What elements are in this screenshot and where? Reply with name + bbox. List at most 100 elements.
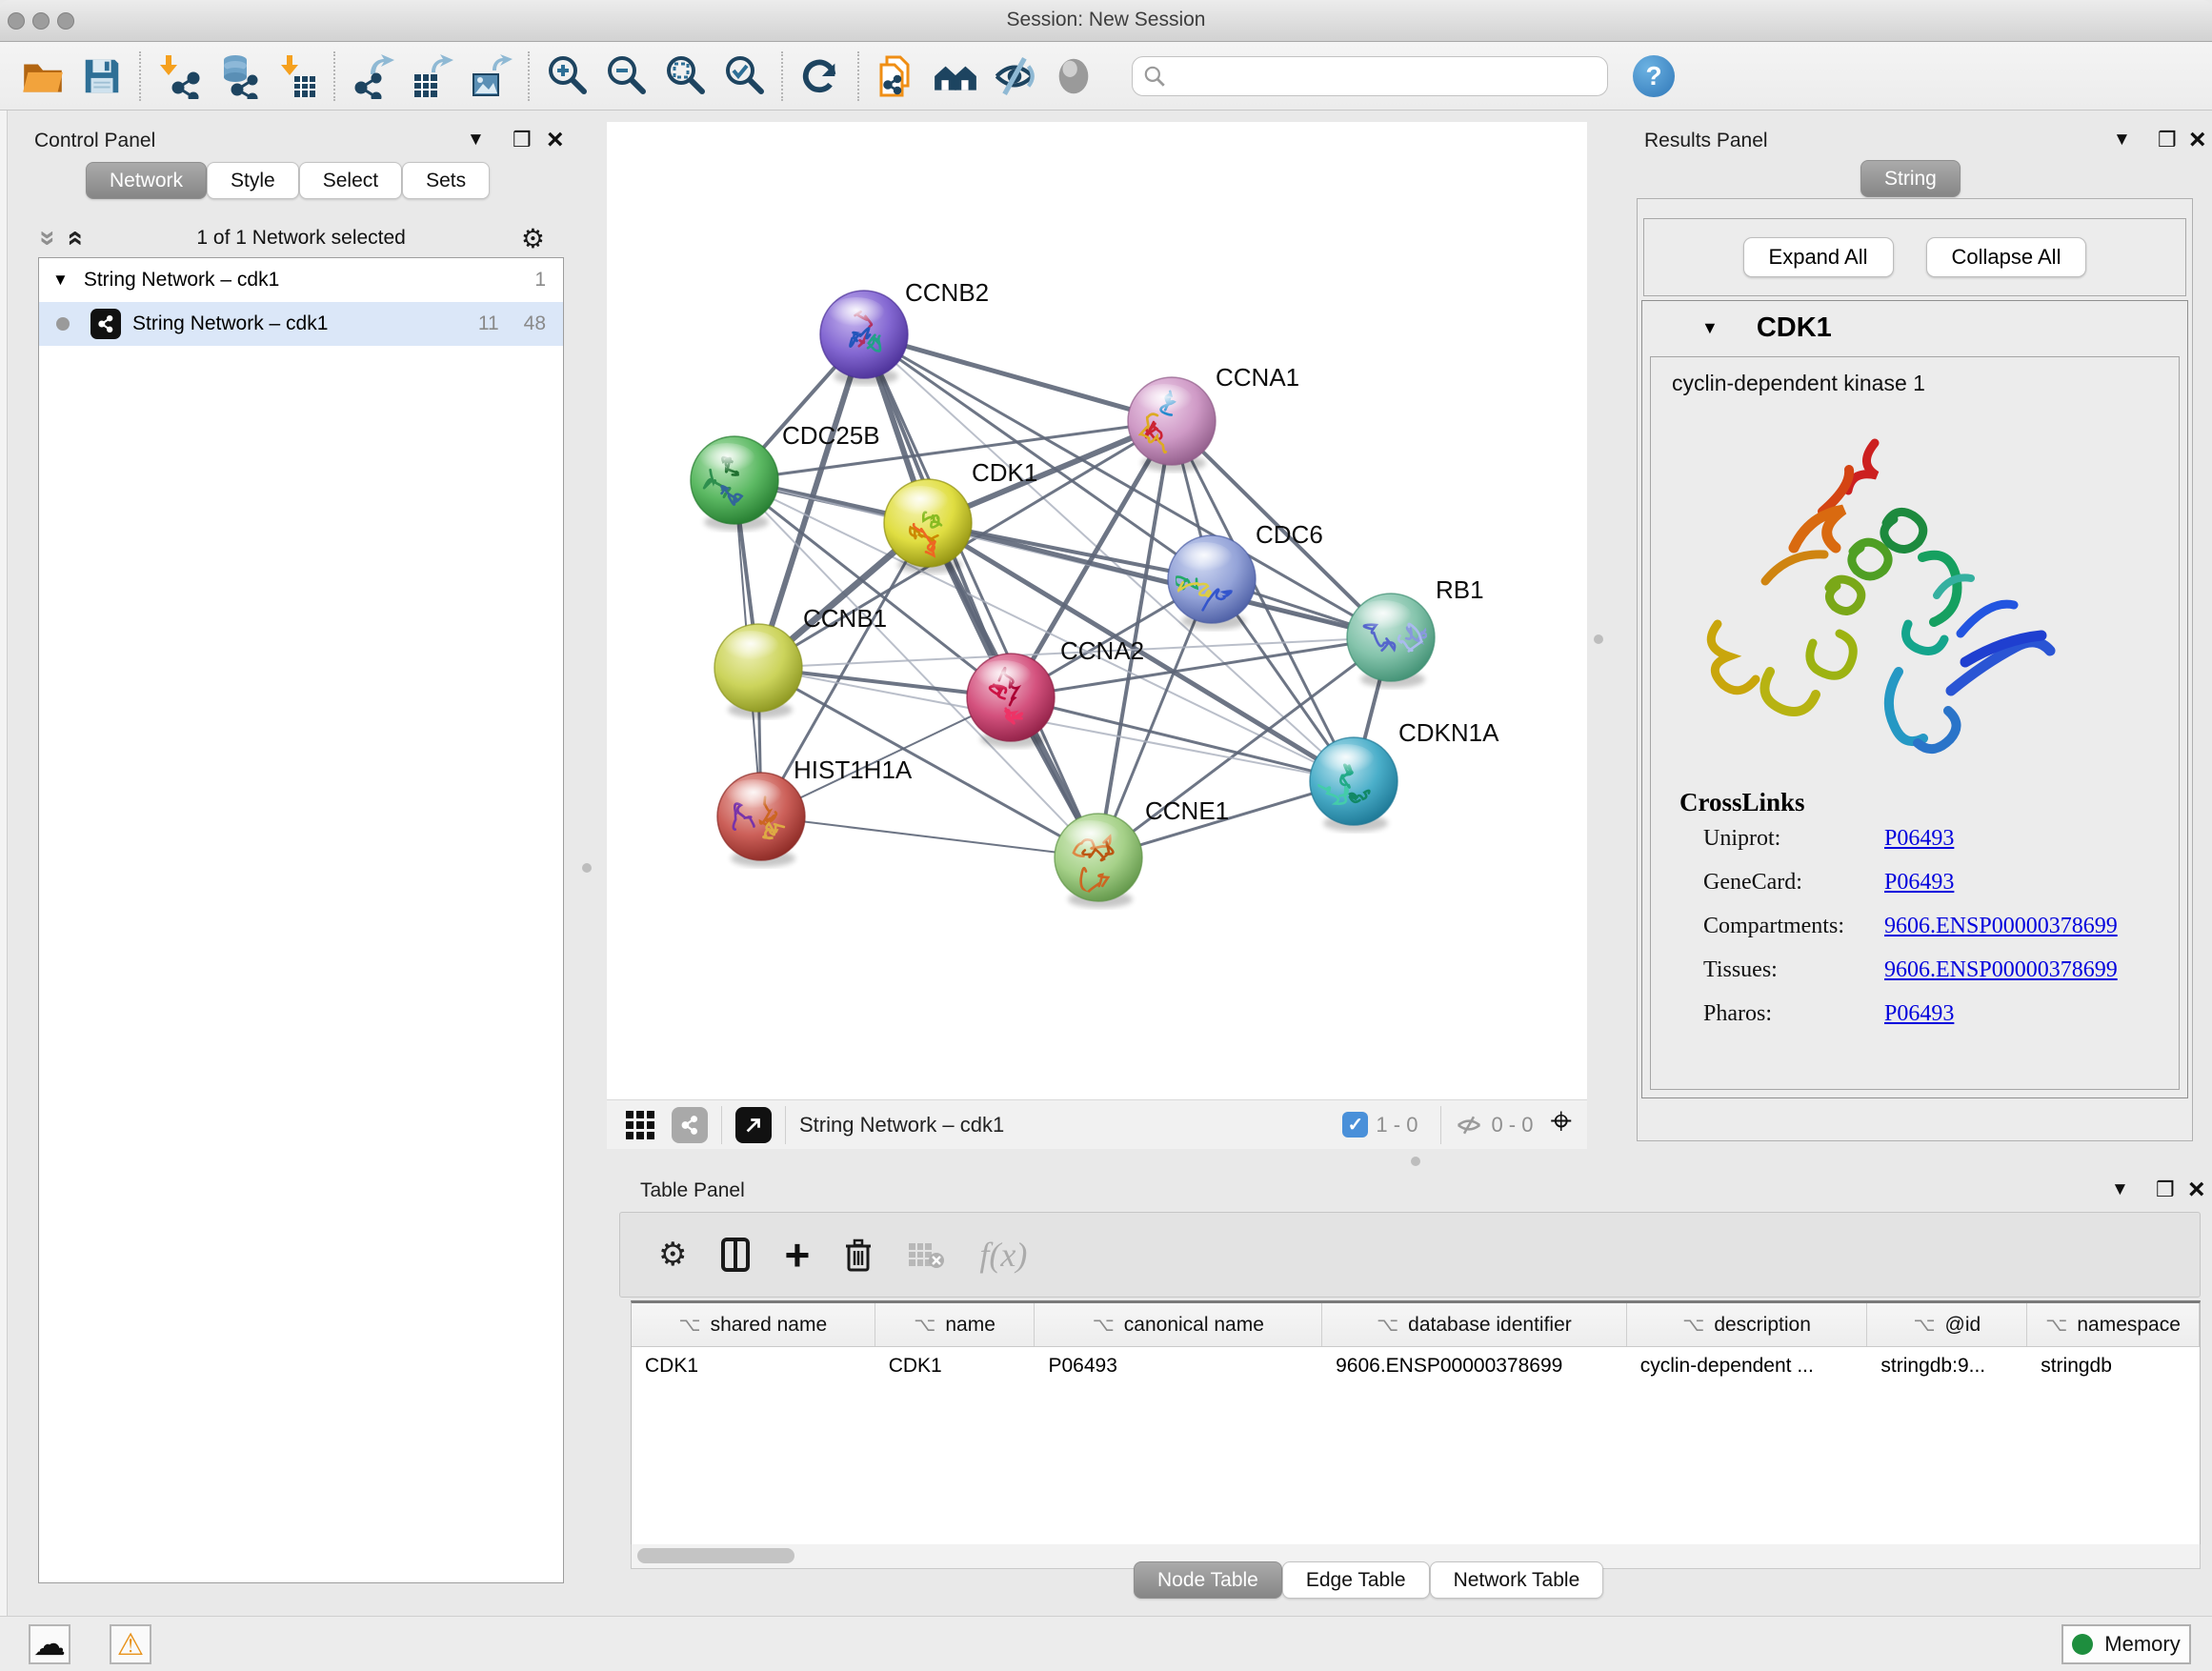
save-session-button[interactable] (72, 48, 131, 105)
show-hidden-button[interactable] (1044, 48, 1103, 105)
splitter-handle[interactable] (582, 863, 592, 873)
show-all-networks-button[interactable] (926, 48, 985, 105)
selected-count: 1 - 0 (1376, 1113, 1418, 1137)
cloud-status-button[interactable]: ☁ (29, 1624, 70, 1664)
results-panel-close-icon[interactable]: × (2189, 124, 2206, 156)
right-splitter[interactable] (1587, 111, 1610, 1166)
node-HIST1H1A[interactable]: HIST1H1A (717, 755, 913, 867)
zoom-out-button[interactable] (596, 48, 655, 105)
zoom-selected-button[interactable] (714, 48, 774, 105)
zoom-fit-button[interactable] (655, 48, 714, 105)
export-image-button[interactable] (461, 48, 520, 105)
node-CCNE1[interactable]: CCNE1 (1055, 796, 1229, 908)
gene-entry-header[interactable]: ▼ CDK1 (1642, 301, 2187, 354)
table-cell[interactable]: stringdb (2027, 1347, 2200, 1385)
collection-collapse-icon[interactable]: ▼ (52, 271, 69, 290)
column-header-database-identifier[interactable]: ⌥database identifier (1322, 1303, 1627, 1346)
table-cell[interactable]: CDK1 (632, 1347, 875, 1385)
control-panel-float-icon[interactable]: ❒ (513, 128, 532, 152)
results-panel-menu-icon[interactable]: ▼ (2113, 130, 2131, 151)
hide-selected-button[interactable] (985, 48, 1044, 105)
open-in-window-button[interactable] (735, 1107, 772, 1143)
crosslink-link[interactable]: P06493 (1884, 826, 1954, 852)
crosslink-link[interactable]: 9606.ENSP00000378699 (1884, 957, 2118, 983)
string-badge-icon[interactable] (672, 1107, 708, 1143)
gene-name: CDK1 (1757, 312, 1832, 344)
zoom-in-button[interactable] (537, 48, 596, 105)
show-columns-icon[interactable] (721, 1238, 750, 1272)
warnings-button[interactable]: ⚠ (110, 1624, 151, 1664)
new-network-from-selection-button[interactable] (867, 48, 926, 105)
column-header-namespace[interactable]: ⌥namespace (2027, 1303, 2200, 1346)
memory-button[interactable]: Memory (2061, 1624, 2191, 1664)
table-cell[interactable]: stringdb:9... (1867, 1347, 2027, 1385)
column-header-canonical-name[interactable]: ⌥canonical name (1035, 1303, 1322, 1346)
search-input[interactable] (1132, 56, 1608, 96)
import-network-button[interactable] (149, 48, 208, 105)
tab-network-table[interactable]: Network Table (1430, 1561, 1604, 1599)
tab-node-table[interactable]: Node Table (1134, 1561, 1282, 1599)
tab-style[interactable]: Style (207, 162, 299, 199)
node-CDKN1A[interactable]: CDKN1A (1310, 718, 1499, 832)
tab-string[interactable]: String (1860, 160, 1961, 197)
export-network-button[interactable] (343, 48, 402, 105)
crosslink-link[interactable]: P06493 (1884, 1001, 1954, 1027)
splitter-handle[interactable] (1411, 1157, 1420, 1166)
node-CCNB2[interactable]: CCNB2 (820, 278, 989, 385)
column-header-shared-name[interactable]: ⌥shared name (632, 1303, 875, 1346)
table-panel-menu-icon[interactable]: ▼ (2111, 1179, 2129, 1200)
expand-all-icon[interactable]: » (59, 231, 88, 247)
column-header-name[interactable]: ⌥name (875, 1303, 1036, 1346)
node-CDC25B[interactable]: CDC25B (691, 421, 880, 531)
node-RB1[interactable]: RB1 (1347, 575, 1484, 688)
crosslink-link[interactable]: 9606.ENSP00000378699 (1884, 914, 2118, 939)
tab-network[interactable]: Network (86, 162, 207, 199)
help-button[interactable]: ? (1633, 55, 1675, 97)
results-panel-float-icon[interactable]: ❒ (2158, 128, 2177, 152)
birdseye-crosshair-icon[interactable]: ⌖ (1550, 1100, 1572, 1143)
network-graph[interactable]: CCNB2CCNA1CDC25BCDK1CDC6RB1CCNB1CCNA2CDK… (607, 122, 1587, 1099)
splitter-handle[interactable] (1594, 634, 1603, 644)
table-cell[interactable]: cyclin-dependent ... (1627, 1347, 1868, 1385)
grid-view-icon[interactable] (624, 1109, 656, 1141)
table-cell[interactable]: 9606.ENSP00000378699 (1322, 1347, 1627, 1385)
tab-sets[interactable]: Sets (402, 162, 490, 199)
table-panel-close-icon[interactable]: × (2188, 1174, 2205, 1206)
table-cell[interactable]: P06493 (1035, 1347, 1322, 1385)
export-table-button[interactable] (402, 48, 461, 105)
network-row[interactable]: String Network – cdk1 11 48 (39, 302, 563, 346)
import-table-button[interactable] (267, 48, 326, 105)
table-panel-float-icon[interactable]: ❒ (2156, 1178, 2175, 1202)
open-session-button[interactable] (13, 48, 72, 105)
delete-column-trash-icon[interactable] (844, 1238, 873, 1272)
add-column-plus-icon[interactable]: + (784, 1238, 810, 1273)
control-panel-close-icon[interactable]: × (547, 124, 564, 156)
network-canvas[interactable]: CCNB2CCNA1CDC25BCDK1CDC6RB1CCNB1CCNA2CDK… (607, 122, 1587, 1099)
table-cell[interactable]: CDK1 (875, 1347, 1036, 1385)
node-CCNA1[interactable]: CCNA1 (1128, 363, 1299, 472)
import-database-button[interactable] (208, 48, 267, 105)
scrollbar-thumb[interactable] (637, 1548, 794, 1563)
node-CCNB1[interactable]: CCNB1 (714, 604, 887, 718)
table-row[interactable]: CDK1CDK1P064939606.ENSP00000378699cyclin… (632, 1347, 2200, 1385)
crosslink-label: Compartments: (1703, 914, 1884, 939)
control-panel-menu-icon[interactable]: ▼ (467, 130, 485, 151)
edge-HIST1H1A-CCNE1[interactable] (761, 816, 1098, 857)
network-options-gear-icon[interactable]: ⚙ (521, 223, 545, 254)
column-header--id[interactable]: ⌥@id (1867, 1303, 2027, 1346)
network-collection-row[interactable]: ▼ String Network – cdk1 1 (39, 258, 563, 302)
column-header-label: canonical name (1124, 1314, 1264, 1337)
table-settings-gear-icon[interactable]: ⚙ (658, 1236, 687, 1274)
refresh-button[interactable] (791, 48, 850, 105)
tab-select[interactable]: Select (299, 162, 402, 199)
left-splitter[interactable] (568, 111, 607, 1616)
collapse-all-button[interactable]: Collapse All (1926, 237, 2087, 277)
entry-collapse-icon[interactable]: ▼ (1701, 318, 1719, 338)
selected-checkbox-icon[interactable]: ✓ (1342, 1112, 1368, 1137)
expand-all-button[interactable]: Expand All (1743, 237, 1894, 277)
gene-entry-body: cyclin-dependent kinase 1 (1650, 356, 2180, 1090)
tab-edge-table[interactable]: Edge Table (1282, 1561, 1430, 1599)
zoom-selected-icon (721, 53, 767, 99)
column-header-description[interactable]: ⌥description (1627, 1303, 1868, 1346)
crosslink-link[interactable]: P06493 (1884, 870, 1954, 896)
